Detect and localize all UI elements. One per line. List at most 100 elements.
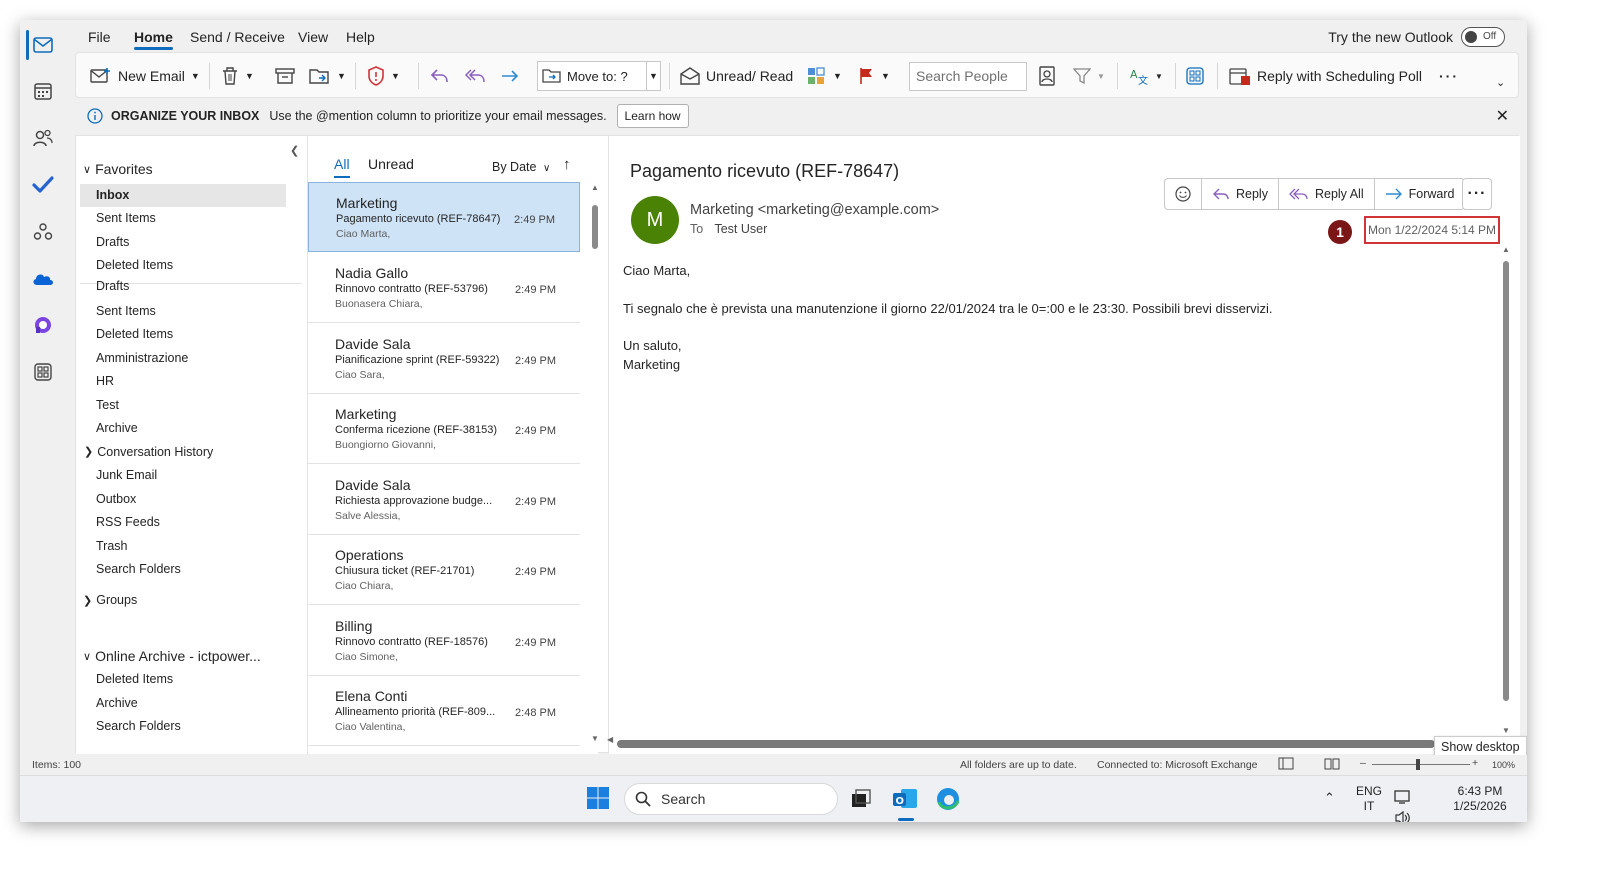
normal-view-icon[interactable] (1278, 757, 1294, 773)
scroll-down-icon[interactable]: ▼ (1502, 726, 1510, 735)
more-actions-button[interactable]: ··· (1462, 178, 1492, 210)
chevron-down-icon[interactable]: ▼ (191, 71, 200, 81)
search-people-input[interactable]: Search People (909, 62, 1027, 91)
list-item[interactable]: Elena Conti Allineamento priorità (REF-8… (308, 676, 580, 746)
language-indicator[interactable]: ENG IT (1356, 784, 1382, 814)
unread-read-button[interactable]: Unread/ Read (680, 61, 793, 91)
sort-by-date[interactable]: By Date ∨ (492, 160, 550, 174)
new-outlook-toggle[interactable]: Off (1461, 27, 1505, 47)
reading-scroll-thumb[interactable] (1503, 261, 1509, 701)
folder-drafts[interactable]: Drafts (96, 279, 129, 293)
folder-deleted-items[interactable]: Deleted Items (96, 327, 173, 341)
scroll-up-icon[interactable]: ▲ (591, 183, 599, 192)
menu-send-receive[interactable]: Send / Receive (190, 29, 285, 45)
list-item[interactable]: Nadia Gallo Rinnovo contratto (REF-53796… (308, 253, 580, 323)
folder-inbox[interactable]: Inbox (96, 188, 129, 202)
zoom-in-icon[interactable]: + (1472, 757, 1478, 769)
move-button[interactable]: ▼ (309, 61, 346, 91)
zoom-slider-thumb[interactable] (1416, 759, 1420, 770)
avatar[interactable]: M (631, 196, 679, 244)
reading-view-icon[interactable] (1324, 757, 1340, 773)
chevron-down-icon[interactable]: ▼ (391, 71, 400, 81)
folder-junk-email[interactable]: Junk Email (96, 468, 157, 482)
outlook-taskbar-icon[interactable]: O (892, 786, 918, 812)
people-icon[interactable] (31, 126, 55, 150)
list-item[interactable]: Marketing Pagamento ricevuto (REF-78647)… (308, 182, 580, 252)
taskbar-clock[interactable]: 6:43 PM 1/25/2026 (1446, 784, 1514, 814)
list-item[interactable]: Davide Sala Pianificazione sprint (REF-5… (308, 324, 580, 394)
chevron-down-icon[interactable]: ▼ (833, 71, 842, 81)
calendar-icon[interactable] (31, 79, 55, 103)
email-from[interactable]: Marketing <marketing@example.com> (690, 202, 939, 218)
apps-icon[interactable] (31, 360, 55, 384)
zoom-out-icon[interactable]: – (1360, 757, 1366, 769)
favorites-header[interactable]: ∨ Favorites (83, 161, 153, 177)
tray-overflow-chevron-icon[interactable]: ⌃ (1324, 790, 1335, 806)
zoom-slider[interactable] (1372, 764, 1470, 765)
zoom-level[interactable]: 100% (1492, 760, 1515, 770)
delete-button[interactable]: ▼ (221, 61, 254, 91)
folder-fav-drafts[interactable]: Drafts (96, 235, 129, 249)
follow-up-button[interactable]: ▼ (859, 61, 890, 91)
groups-icon[interactable] (31, 220, 55, 244)
list-item[interactable]: Operations Chiusura ticket (REF-21701) C… (308, 535, 580, 605)
windows-start-icon[interactable] (586, 786, 612, 812)
more-commands-button[interactable]: ··· (1439, 61, 1459, 91)
list-item[interactable]: Billing Rinnovo contratto (REF-18576) Ci… (308, 606, 580, 676)
groups-header[interactable]: ❯ Groups (83, 593, 137, 607)
archive-folder-deleted-items[interactable]: Deleted Items (96, 672, 173, 686)
collapse-pane-icon[interactable]: ❮ (290, 144, 299, 157)
reply-all-button[interactable]: Reply All (1279, 179, 1375, 209)
folder-conversation-history[interactable]: ❯ Conversation History (84, 445, 213, 459)
folder-search-folders[interactable]: Search Folders (96, 562, 181, 576)
categorize-button[interactable]: ▼ (807, 61, 842, 91)
scheduling-poll-button[interactable]: Reply with Scheduling Poll (1229, 61, 1422, 91)
folder-outbox[interactable]: Outbox (96, 492, 136, 506)
copilot-icon[interactable] (31, 313, 55, 337)
tab-all[interactable]: All (334, 156, 350, 178)
task-view-icon[interactable] (849, 786, 875, 812)
folder-fav-sent-items[interactable]: Sent Items (96, 211, 156, 225)
folder-amministrazione[interactable]: Amministrazione (96, 351, 188, 365)
apps-button[interactable] (1186, 61, 1204, 91)
reply-all-ribbon-button[interactable] (464, 61, 486, 91)
folder-archive[interactable]: Archive (96, 421, 138, 435)
onedrive-icon[interactable] (31, 267, 55, 291)
chevron-down-icon[interactable]: ▼ (245, 71, 254, 81)
menu-file[interactable]: File (88, 29, 111, 45)
folder-test[interactable]: Test (96, 398, 119, 412)
sort-direction-arrow-icon[interactable]: ↑ (563, 156, 571, 173)
reply-button[interactable]: Reply (1202, 179, 1279, 209)
chevron-down-icon[interactable]: ▼ (1155, 72, 1163, 81)
chevron-down-icon[interactable]: ▼ (1097, 72, 1105, 81)
archive-button[interactable] (275, 61, 295, 91)
chevron-down-icon[interactable]: ▼ (337, 71, 346, 81)
folder-fav-deleted-items[interactable]: Deleted Items (96, 258, 173, 272)
move-to-quickstep[interactable]: Move to: ? ▼ (537, 61, 661, 91)
folder-trash[interactable]: Trash (96, 539, 128, 553)
forward-ribbon-button[interactable] (500, 61, 520, 91)
learn-how-button[interactable]: Learn how (616, 104, 689, 128)
translate-button[interactable]: A文 ▼ (1129, 61, 1163, 91)
archive-folder-archive[interactable]: Archive (96, 696, 138, 710)
menu-help[interactable]: Help (346, 29, 375, 45)
menu-home[interactable]: Home (134, 29, 173, 50)
mail-icon[interactable] (31, 33, 55, 57)
scroll-down-icon[interactable]: ▼ (591, 734, 599, 743)
report-button[interactable]: ▼ (367, 61, 400, 91)
ribbon-expand-chevron-icon[interactable]: ⌄ (1496, 67, 1505, 97)
horizontal-scrollbar[interactable] (617, 740, 1435, 748)
new-email-button[interactable]: New Email ▼ (90, 61, 200, 91)
folder-sent-items[interactable]: Sent Items (96, 304, 156, 318)
online-archive-header[interactable]: ∨ Online Archive - ictpower... (83, 648, 261, 664)
folder-rss-feeds[interactable]: RSS Feeds (96, 515, 160, 529)
list-scrollbar[interactable]: ▲ ▼ (591, 183, 599, 743)
forward-button[interactable]: Forward (1375, 179, 1465, 209)
address-book-button[interactable] (1039, 61, 1055, 91)
filter-email-button[interactable]: ▼ (1073, 61, 1105, 91)
list-item[interactable]: Davide Sala Richiesta approvazione budge… (308, 465, 580, 535)
menu-view[interactable]: View (298, 29, 328, 45)
scroll-left-icon[interactable]: ◀ (607, 735, 613, 744)
folder-hr[interactable]: HR (96, 374, 114, 388)
scroll-up-icon[interactable]: ▲ (1502, 245, 1510, 254)
